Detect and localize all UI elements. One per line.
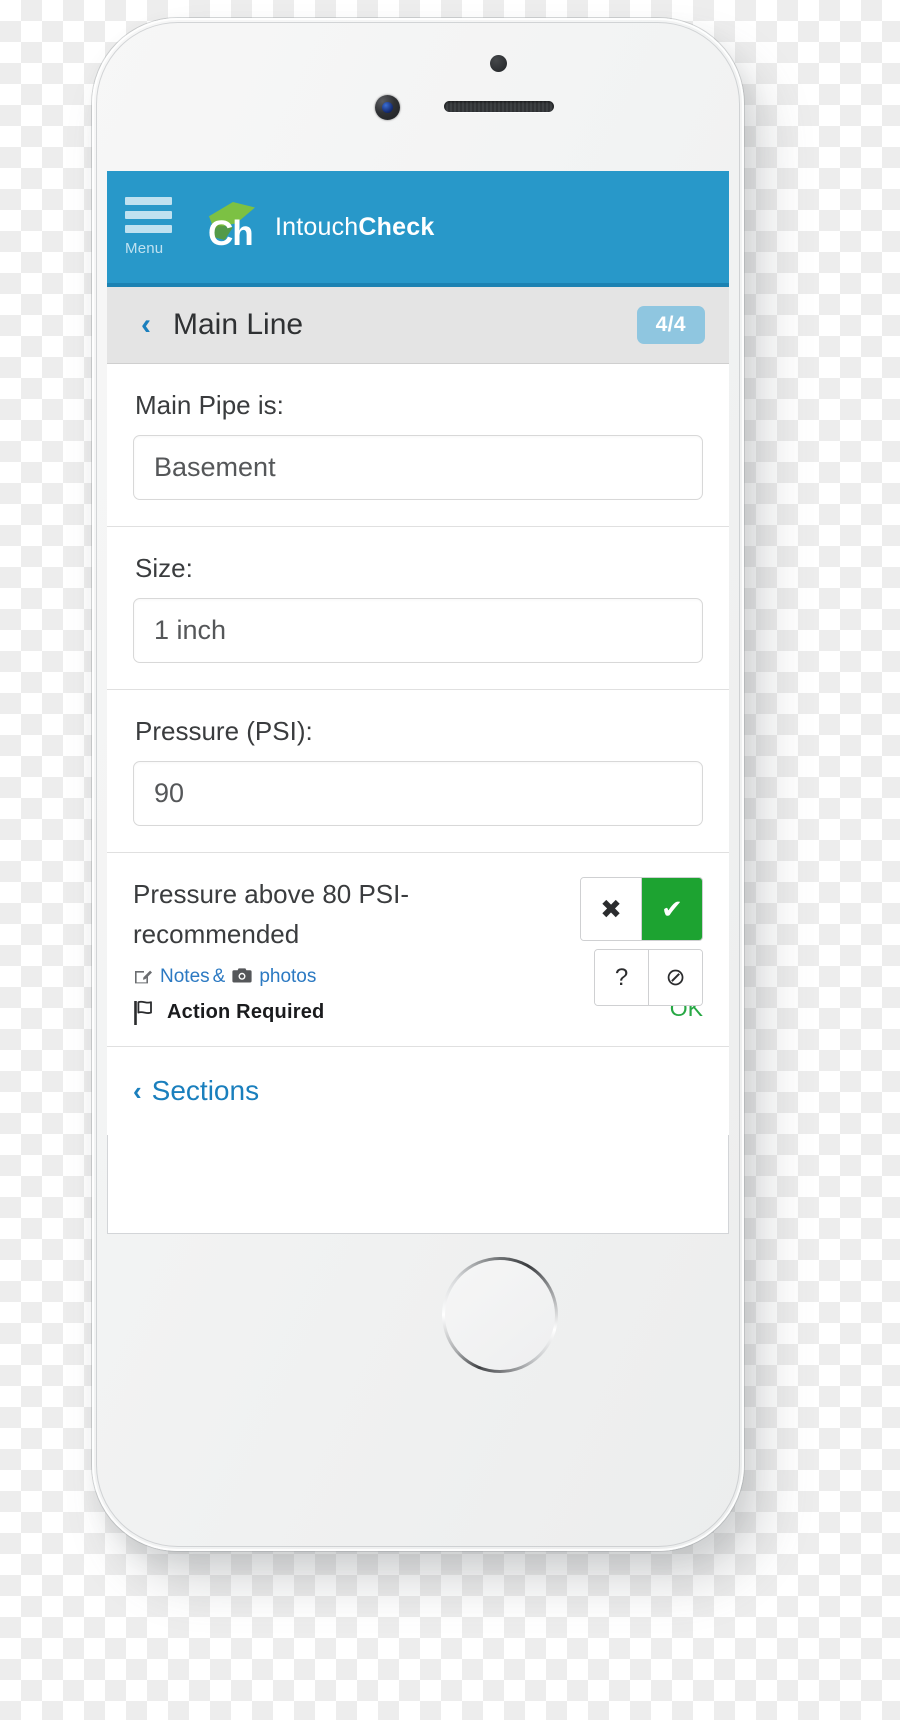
brand-name: IntouchCheck bbox=[275, 213, 434, 242]
proximity-sensor-icon bbox=[490, 55, 507, 72]
answer-unknown-button[interactable]: ? bbox=[595, 950, 648, 1005]
earpiece-speaker-icon bbox=[444, 101, 554, 112]
progress-badge: 4/4 bbox=[636, 306, 705, 344]
screenshot-canvas: Menu Ch IntouchCheck ‹ Main Line 4/4 Mai… bbox=[0, 0, 900, 1720]
brand-name-bold: Check bbox=[358, 212, 435, 241]
home-button[interactable] bbox=[442, 1257, 558, 1373]
hamburger-icon-line bbox=[125, 211, 172, 219]
front-camera-icon bbox=[375, 95, 400, 120]
section-header: ‹ Main Line 4/4 bbox=[107, 287, 729, 364]
page-title: Main Line bbox=[173, 308, 304, 341]
hamburger-icon-line bbox=[125, 225, 172, 233]
field-label: Main Pipe is: bbox=[135, 390, 284, 420]
brand-logo: Ch IntouchCheck bbox=[203, 202, 434, 252]
notes-pencil-icon bbox=[133, 967, 153, 988]
back-chevron-icon[interactable]: ‹ bbox=[141, 310, 151, 340]
size-input[interactable]: 1 inch bbox=[133, 598, 703, 663]
question-text: Pressure above 80 PSI-recommended bbox=[133, 879, 410, 949]
app-header-bar: Menu Ch IntouchCheck bbox=[107, 171, 729, 287]
hamburger-icon-line bbox=[125, 197, 172, 205]
answer-toggle-group: ✖ ✔ bbox=[580, 877, 703, 941]
phone-screen: Menu Ch IntouchCheck ‹ Main Line 4/4 Mai… bbox=[107, 171, 729, 1234]
form-field-pressure: Pressure (PSI): 90 bbox=[107, 690, 729, 853]
camera-icon bbox=[232, 967, 252, 987]
photos-label: photos bbox=[259, 966, 317, 988]
answer-fail-button[interactable]: ✖ bbox=[581, 878, 641, 940]
field-label: Pressure (PSI): bbox=[135, 716, 313, 746]
menu-button[interactable]: Menu bbox=[125, 197, 191, 257]
answer-pass-button[interactable]: ✔ bbox=[641, 878, 702, 940]
pressure-input[interactable]: 90 bbox=[133, 761, 703, 826]
field-label: Size: bbox=[135, 553, 193, 583]
main-pipe-input[interactable]: Basement bbox=[133, 435, 703, 500]
form-field-size: Size: 1 inch bbox=[107, 527, 729, 690]
flag-icon bbox=[133, 1000, 155, 1026]
sections-label: Sections bbox=[151, 1075, 260, 1107]
action-required-label: Action Required bbox=[167, 1000, 325, 1023]
home-button-face bbox=[445, 1260, 555, 1370]
checklist-question-row: Pressure above 80 PSI-recommended Notes … bbox=[107, 853, 729, 1048]
intouchcheck-logo-icon: Ch bbox=[203, 202, 261, 252]
brand-name-light: Intouch bbox=[275, 212, 359, 241]
form-field-main-pipe: Main Pipe is: Basement bbox=[107, 364, 729, 527]
sections-back-link[interactable]: ‹ Sections bbox=[133, 1075, 259, 1107]
menu-label: Menu bbox=[125, 240, 164, 257]
notes-label: Notes bbox=[160, 966, 210, 988]
answer-not-applicable-button[interactable]: ⊘ bbox=[648, 950, 702, 1005]
secondary-answer-group: ? ⊘ bbox=[594, 949, 703, 1006]
chevron-left-icon: ‹ bbox=[133, 1076, 142, 1107]
brand-mark-text: Ch bbox=[208, 214, 254, 253]
phone-device-frame: Menu Ch IntouchCheck ‹ Main Line 4/4 Mai… bbox=[92, 18, 744, 1551]
sections-footer: ‹ Sections bbox=[107, 1047, 729, 1136]
notes-separator: & bbox=[212, 966, 226, 988]
